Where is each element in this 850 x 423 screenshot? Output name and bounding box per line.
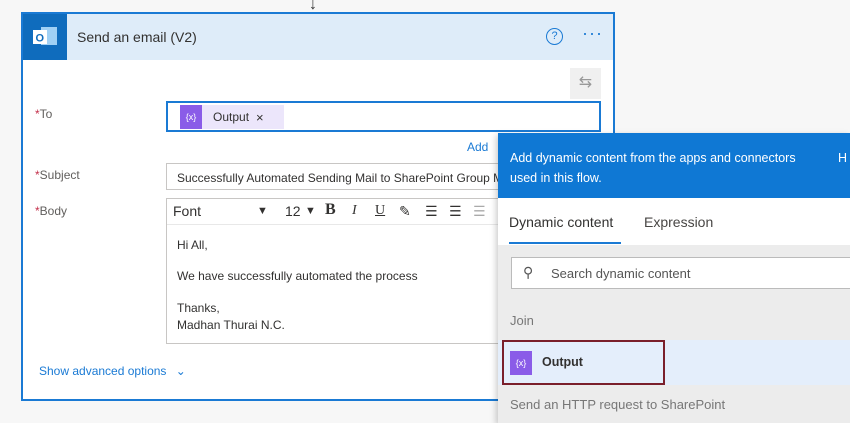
- bold-button[interactable]: B: [325, 201, 336, 219]
- remove-token-icon[interactable]: ×: [256, 110, 264, 125]
- tab-dynamic-content[interactable]: Dynamic content: [509, 214, 621, 244]
- svg-text:O: O: [36, 33, 45, 45]
- italic-button[interactable]: I: [352, 203, 357, 219]
- more-options-icon[interactable]: ···: [582, 23, 603, 44]
- to-field[interactable]: {x} Output ×: [166, 101, 601, 132]
- group-join: Join: [498, 300, 850, 340]
- tab-expression[interactable]: Expression: [644, 214, 713, 230]
- font-select[interactable]: Font: [173, 203, 201, 219]
- underline-button[interactable]: U: [375, 203, 385, 219]
- card-header[interactable]: O Send an email (V2) ? ···: [23, 14, 613, 60]
- outlook-icon: O: [23, 14, 67, 60]
- to-label: *To: [35, 107, 53, 121]
- body-line: Hi All,: [177, 238, 208, 252]
- card-title: Send an email (V2): [77, 29, 197, 45]
- dynamic-item-output[interactable]: {x} Output: [498, 340, 850, 385]
- search-icon: ⚲: [523, 264, 534, 280]
- subject-label: *Subject: [35, 168, 80, 182]
- panel-header: Add dynamic content from the apps and co…: [498, 133, 850, 198]
- font-dropdown-icon[interactable]: ▼: [257, 205, 268, 217]
- size-dropdown-icon[interactable]: ▼: [305, 205, 316, 217]
- size-select[interactable]: 12: [285, 203, 301, 219]
- variable-icon: {x}: [510, 351, 532, 375]
- body-line: We have successfully automated the proce…: [177, 269, 418, 283]
- chevron-down-icon: ⌄: [175, 364, 186, 378]
- show-advanced-options[interactable]: Show advanced options ⌄: [39, 364, 186, 378]
- body-line: Thanks,: [177, 301, 220, 315]
- body-line: Madhan Thurai N.C.: [177, 318, 285, 332]
- hide-link[interactable]: H: [838, 148, 847, 168]
- output-token: {x} Output ×: [180, 105, 284, 129]
- bullet-list-icon[interactable]: ☰: [425, 203, 438, 220]
- numbered-list-icon[interactable]: ☰: [449, 203, 462, 220]
- group-http-request: Send an HTTP request to SharePoint: [498, 385, 850, 423]
- search-area: ⚲ Search dynamic content: [498, 245, 850, 300]
- swap-icon[interactable]: ⇆: [570, 68, 601, 99]
- help-icon[interactable]: ?: [546, 28, 563, 45]
- dynamic-content-panel: Add dynamic content from the apps and co…: [498, 133, 850, 423]
- variable-icon: {x}: [180, 105, 202, 129]
- pen-icon[interactable]: ✎: [399, 203, 411, 220]
- add-dynamic-content-link[interactable]: Add: [467, 140, 488, 154]
- body-label: *Body: [35, 204, 68, 218]
- search-input[interactable]: ⚲ Search dynamic content: [511, 257, 850, 289]
- indent-icon[interactable]: ☰: [473, 203, 486, 220]
